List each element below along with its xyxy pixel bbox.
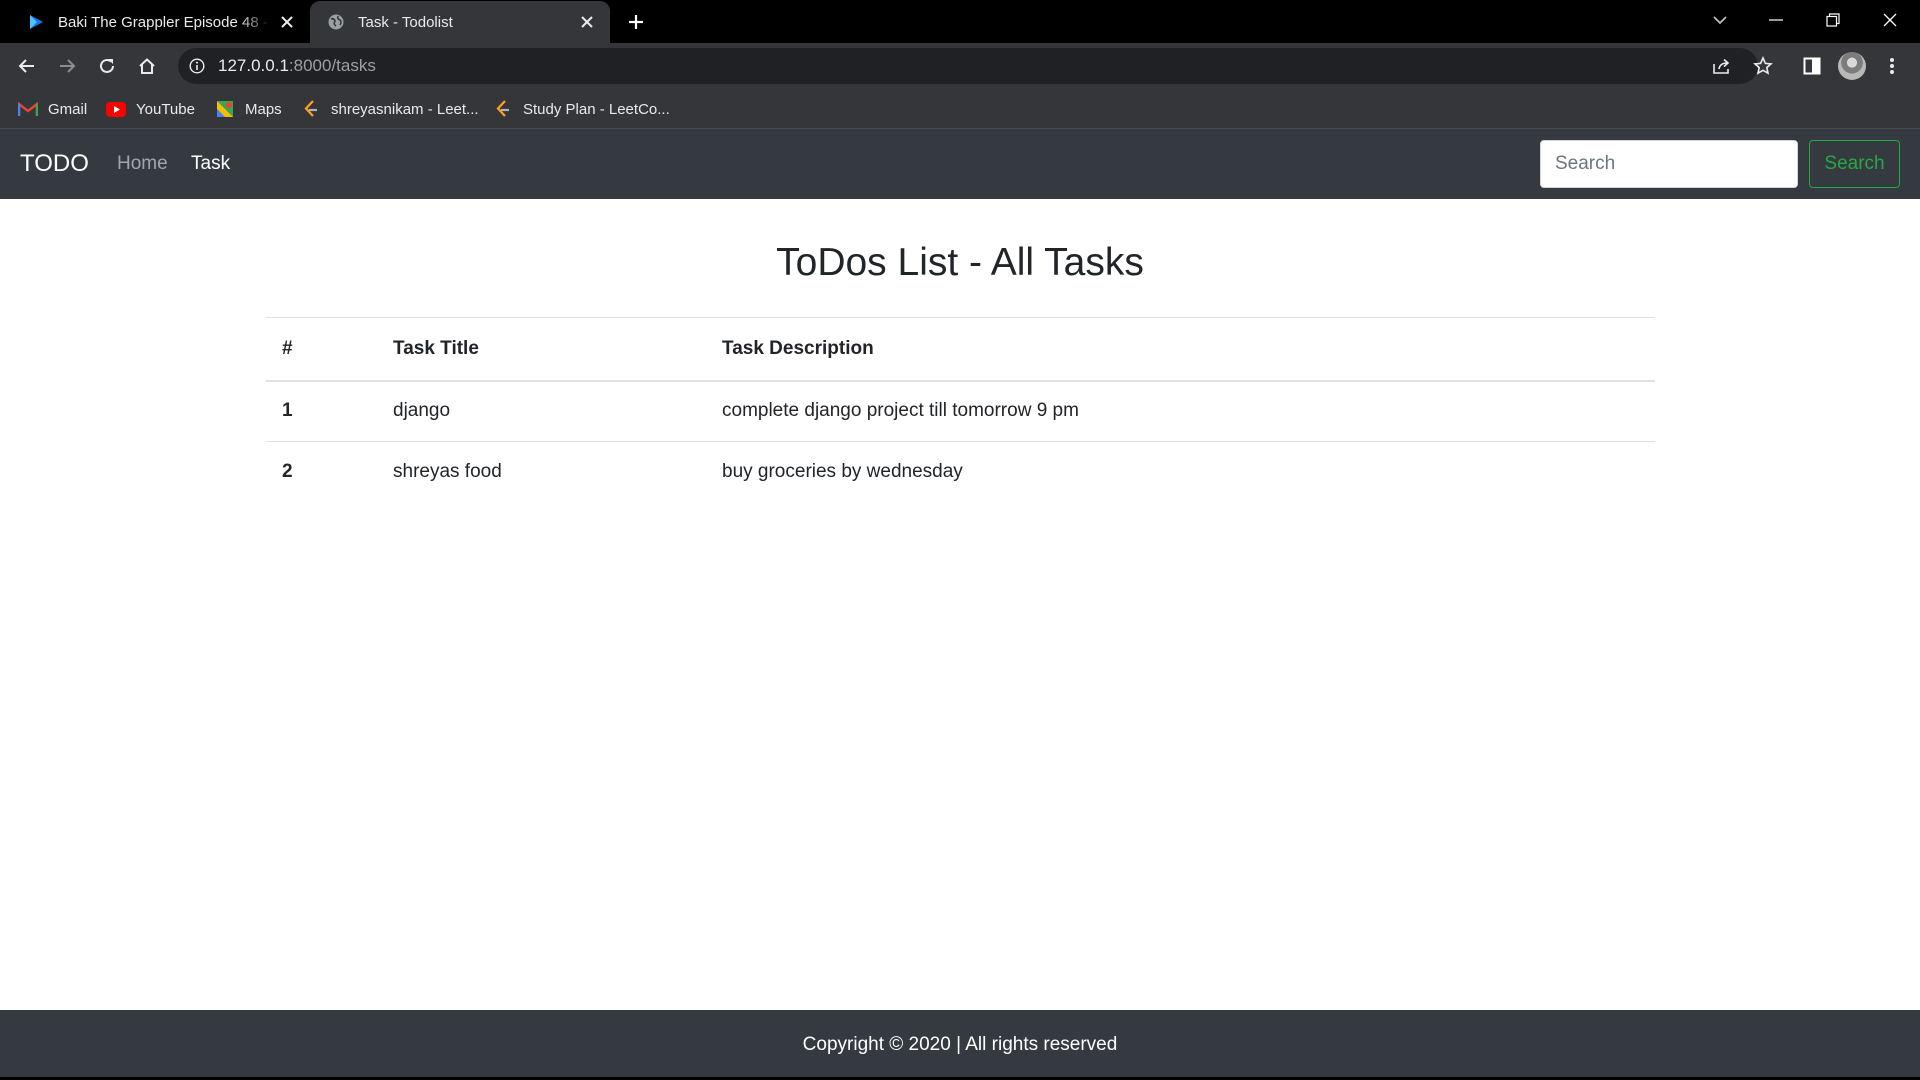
play-icon [26,12,46,32]
nav-link-task[interactable]: Task [191,129,230,199]
bookmark-gmail[interactable]: Gmail [18,89,87,129]
table-header: # Task Title Task Description [266,317,1655,382]
profile-avatar[interactable] [1838,52,1866,80]
new-tab-button[interactable] [622,9,650,35]
nav-link-home[interactable]: Home [117,129,168,199]
url-path: :8000/tasks [288,56,376,75]
arrow-left-icon [18,59,34,73]
reload-icon [100,58,114,73]
browser-tab-todolist[interactable]: Task - Todolist [310,1,610,43]
page-viewport: TODO Home Task Search ToDos List - All T… [0,129,1920,1080]
bookmark-label: Maps [245,100,282,118]
bookmark-star-button[interactable] [1748,51,1778,81]
leetcode-icon [301,99,321,119]
tab-title: Baki The Grappler Episode 48 - Anime [58,13,270,31]
bookmark-leetcode-study-plan[interactable]: Study Plan - LeetCo... [493,89,670,129]
search-button[interactable]: Search [1809,140,1900,188]
gmail-icon [18,99,38,119]
home-icon [139,58,155,74]
browser-tabstrip: Baki The Grappler Episode 48 - Anime Tas… [0,0,1920,43]
copyright-text: Copyright © 2020 | All rights reserved [802,1034,1118,1055]
menu-button[interactable] [1877,51,1907,81]
plus-icon [629,15,643,29]
table-body: 1 django complete django project till to… [266,381,1655,503]
header-number: # [266,317,377,382]
table-row: 2 shreyas food buy groceries by wednesda… [266,441,1655,503]
close-icon [1883,13,1897,27]
navbar-brand[interactable]: TODO [20,129,89,199]
home-button[interactable] [131,50,163,82]
close-icon[interactable] [576,11,598,33]
restore-button[interactable] [1805,0,1861,40]
reload-button[interactable] [91,50,123,82]
address-url[interactable]: 127.0.0.1:8000/tasks [218,48,376,84]
bookmarks-bar: Gmail YouTube Maps shreyasnikam - Leet..… [0,89,1920,129]
task-description: buy groceries by wednesday [706,441,1655,503]
tab-title: Task - Todolist [358,13,453,31]
task-title: django [393,400,451,422]
close-window-button[interactable] [1862,0,1918,40]
globe-icon [326,12,346,32]
leetcode-icon [493,99,513,119]
bookmark-leetcode-profile[interactable]: shreyasnikam - Leet... [301,89,479,129]
side-panel-button[interactable] [1797,51,1827,81]
arrow-right-icon [60,59,76,73]
star-icon [1753,56,1773,75]
minimize-button[interactable] [1748,0,1804,40]
youtube-icon [106,99,126,119]
search-input[interactable] [1540,140,1798,188]
bookmark-maps[interactable]: Maps [215,89,282,129]
bookmark-label: Gmail [48,100,88,118]
header-task-title: Task Title [377,317,706,382]
header-task-description: Task Description [706,317,1655,382]
bookmark-label: Study Plan - LeetCo... [523,100,670,118]
site-footer: Copyright © 2020 | All rights reserved [0,1010,1920,1080]
url-host: 127.0.0.1 [218,56,289,75]
address-bar[interactable]: 127.0.0.1:8000/tasks [178,48,1758,84]
task-title: shreyas food [377,441,706,503]
kebab-menu-icon [1890,58,1894,74]
side-panel-icon [1803,57,1821,75]
close-icon[interactable] [276,11,298,33]
bookmark-label: YouTube [136,100,195,118]
bookmark-youtube[interactable]: YouTube [106,89,195,129]
browser-toolbar: 127.0.0.1:8000/tasks [0,43,1920,89]
browser-tab-baki[interactable]: Baki The Grappler Episode 48 - Anime [10,1,310,43]
forward-button[interactable] [51,50,83,82]
info-icon[interactable] [187,56,207,76]
share-icon[interactable] [1710,55,1734,77]
tab-search-button[interactable] [1692,0,1748,40]
task-description: complete django project till tomorrow 9 … [722,400,1079,422]
site-navbar: TODO Home Task Search [0,129,1920,199]
restore-icon [1826,13,1840,27]
maps-icon [215,99,235,119]
page-title: ToDos List - All Tasks [776,241,1144,284]
table-row: 1 django complete django project till to… [266,381,1655,442]
back-button[interactable] [11,50,43,82]
task-number: 2 [266,441,377,503]
tasks-table: # Task Title Task Description 1 django c… [266,317,1655,503]
chevron-down-icon [1713,15,1727,24]
minimize-icon [1769,19,1783,21]
table-header-row: # Task Title Task Description [266,317,1655,382]
task-number: 1 [282,400,293,422]
bookmark-label: shreyasnikam - Leet... [331,100,479,118]
